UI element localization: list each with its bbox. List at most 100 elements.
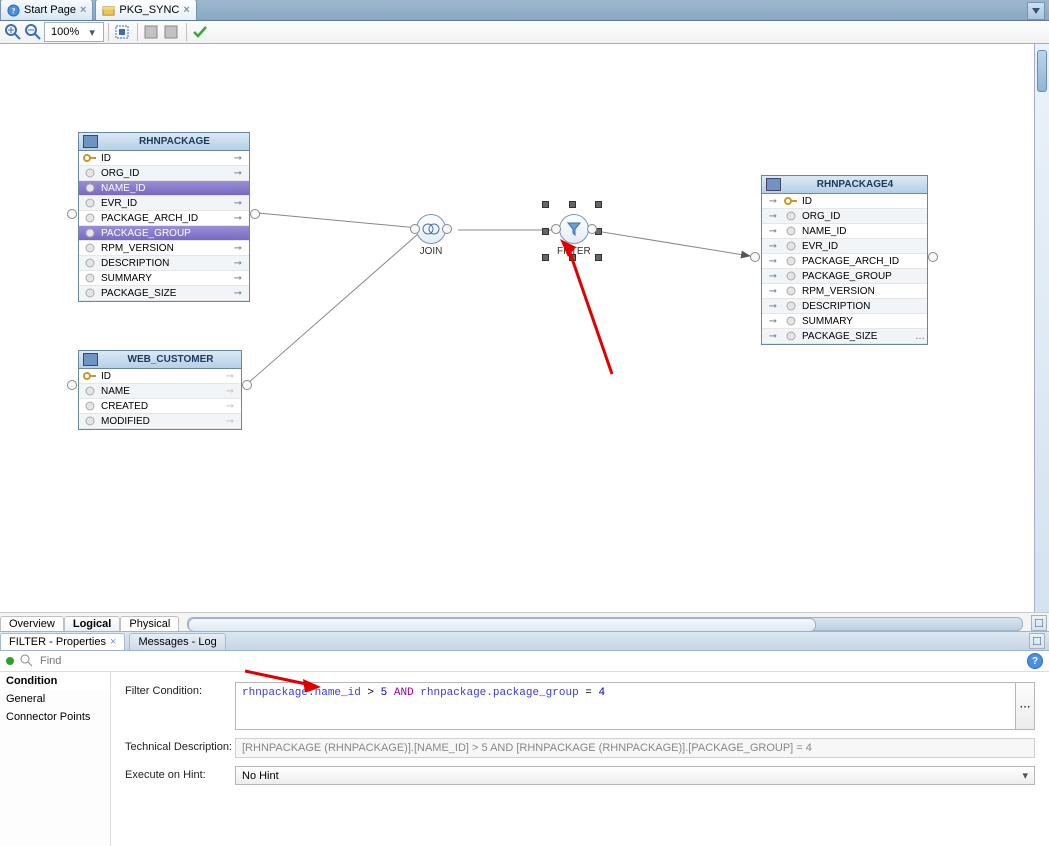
layout1-icon[interactable]: [142, 23, 160, 41]
tech-desc-label: Technical Description:: [125, 738, 235, 753]
column-name: NAME: [99, 386, 221, 397]
vtab-physical[interactable]: Physical: [120, 616, 179, 631]
horizontal-scrollbar[interactable]: [187, 617, 1023, 631]
column-row[interactable]: EVR_ID➞: [79, 196, 249, 211]
tab-pkg-sync[interactable]: PKG_SYNC ×: [95, 0, 196, 20]
zoom-out-icon[interactable]: [24, 23, 42, 41]
arrow-out-icon: ➞: [229, 258, 247, 269]
ptab-messages-log[interactable]: Messages - Log: [129, 633, 225, 650]
column-row[interactable]: ➞NAME_ID: [762, 224, 927, 239]
filter-icon: [559, 214, 589, 244]
vtab-overview[interactable]: Overview: [0, 616, 64, 631]
connector-dot[interactable]: [67, 380, 77, 390]
column-icon: [81, 416, 99, 426]
column-row[interactable]: SUMMARY➞: [79, 271, 249, 286]
layout2-icon[interactable]: [162, 23, 180, 41]
zoom-in-icon[interactable]: [4, 23, 22, 41]
column-row[interactable]: MODIFIED➞: [79, 414, 241, 429]
side-general[interactable]: General: [0, 690, 110, 708]
restore-icon[interactable]: [1029, 633, 1045, 649]
fit-to-page-icon[interactable]: [113, 23, 131, 41]
tab-start-page[interactable]: ? Start Page ×: [0, 0, 93, 20]
connector-dot[interactable]: [250, 209, 260, 219]
port-out[interactable]: [442, 224, 452, 234]
column-name: RPM_VERSION: [800, 286, 925, 297]
ptab-label: Messages - Log: [138, 636, 216, 648]
column-row[interactable]: PACKAGE_ARCH_ID➞: [79, 211, 249, 226]
node-filter[interactable]: FILTER: [557, 214, 591, 257]
find-input[interactable]: [38, 654, 1021, 668]
arrow-out-icon: ➞: [229, 183, 247, 194]
column-row[interactable]: CREATED➞: [79, 399, 241, 414]
column-name: ORG_ID: [800, 211, 925, 222]
column-row[interactable]: ➞ID: [762, 194, 927, 209]
validate-icon[interactable]: [191, 23, 209, 41]
arrow-out-icon: ➞: [221, 416, 239, 427]
connector-dot[interactable]: [750, 252, 760, 262]
arrow-in-icon: ➞: [764, 271, 782, 282]
column-row[interactable]: ➞PACKAGE_ARCH_ID: [762, 254, 927, 269]
filter-condition-input[interactable]: rhnpackage.name_id > 5 AND rhnpackage.pa…: [235, 682, 1016, 730]
vtab-logical[interactable]: Logical: [64, 616, 121, 631]
close-icon[interactable]: ×: [80, 4, 86, 16]
close-icon[interactable]: ×: [110, 636, 116, 648]
maximize-icon[interactable]: [1031, 615, 1047, 631]
connector-dot[interactable]: [67, 209, 77, 219]
arrow-out-icon: ➞: [229, 198, 247, 209]
side-connector-points[interactable]: Connector Points: [0, 708, 110, 726]
column-row[interactable]: PACKAGE_SIZE➞: [79, 286, 249, 301]
side-condition[interactable]: Condition: [0, 672, 110, 690]
connector-dot[interactable]: [928, 252, 938, 262]
tab-overflow-icon[interactable]: [1027, 2, 1045, 20]
column-row[interactable]: ➞ ORG_ID: [762, 209, 927, 224]
column-row[interactable]: RPM_VERSION➞: [79, 241, 249, 256]
arrow-in-icon: ➞: [764, 316, 782, 327]
column-row[interactable]: ➞DESCRIPTION: [762, 299, 927, 314]
entity-header: RHNPACKAGE4: [762, 176, 927, 194]
expand-editor-icon[interactable]: ⋯: [1016, 682, 1035, 730]
column-row[interactable]: ID➞: [79, 369, 241, 384]
arrow-out-icon: ➞: [229, 153, 247, 164]
entity-title: WEB_CUSTOMER: [104, 354, 237, 365]
column-row[interactable]: ➞EVR_ID: [762, 239, 927, 254]
column-row[interactable]: DESCRIPTION➞: [79, 256, 249, 271]
column-row[interactable]: ➞RPM_VERSION: [762, 284, 927, 299]
entity-rhnpackage[interactable]: RHNPACKAGE ID➞ORG_ID➞NAME_ID➞EVR_ID➞PACK…: [78, 132, 250, 302]
table-icon: [83, 353, 98, 366]
port-in[interactable]: [410, 224, 420, 234]
help-icon: ?: [7, 4, 20, 17]
column-row[interactable]: NAME_ID➞: [79, 181, 249, 196]
arrow-out-icon: ➞: [229, 243, 247, 254]
separator: [186, 23, 187, 41]
column-row[interactable]: PACKAGE_GROUP➞: [79, 226, 249, 241]
entity-webcustomer[interactable]: WEB_CUSTOMER ID➞NAME➞CREATED➞MODIFIED➞: [78, 350, 242, 430]
column-name: ORG_ID: [99, 168, 229, 179]
column-name: PACKAGE_ARCH_ID: [800, 256, 925, 267]
close-icon[interactable]: ×: [183, 4, 189, 16]
arrow-in-icon: ➞: [764, 211, 782, 222]
column-row[interactable]: ➞PACKAGE_GROUP: [762, 269, 927, 284]
column-row[interactable]: ORG_ID➞: [79, 166, 249, 181]
scroll-thumb[interactable]: [188, 618, 815, 632]
execute-hint-select[interactable]: No Hint ▾: [235, 766, 1035, 785]
vertical-scrollbar[interactable]: [1034, 44, 1049, 612]
port-out[interactable]: [587, 224, 597, 234]
column-row[interactable]: ID➞: [79, 151, 249, 166]
help-icon[interactable]: ?: [1027, 653, 1043, 669]
arrow-in-icon: ➞: [764, 241, 782, 252]
entity-rhnpackage4[interactable]: RHNPACKAGE4 ➞ID➞ORG_ID➞NAME_ID➞EVR_ID➞PA…: [761, 175, 928, 345]
node-label: FILTER: [557, 246, 591, 257]
column-row[interactable]: ➞PACKAGE_SIZE …: [762, 329, 927, 344]
column-row[interactable]: NAME➞: [79, 384, 241, 399]
port-in[interactable]: [551, 224, 561, 234]
column-row[interactable]: ➞ SUMMARY: [762, 314, 927, 329]
ptab-filter-properties[interactable]: FILTER - Properties ×: [0, 633, 125, 650]
column-name: SUMMARY: [800, 316, 925, 327]
diagram-canvas[interactable]: RHNPACKAGE ID➞ORG_ID➞NAME_ID➞EVR_ID➞PACK…: [0, 44, 1035, 612]
technical-description: [RHNPACKAGE (RHNPACKAGE)].[NAME_ID] > 5 …: [235, 738, 1035, 758]
zoom-select[interactable]: 100% ▾: [44, 22, 104, 42]
diagram-canvas-wrap: RHNPACKAGE ID➞ORG_ID➞NAME_ID➞EVR_ID➞PACK…: [0, 44, 1049, 612]
node-join[interactable]: JOIN: [416, 214, 446, 257]
connector-dot[interactable]: [242, 380, 252, 390]
scroll-thumb[interactable]: [1037, 50, 1047, 92]
